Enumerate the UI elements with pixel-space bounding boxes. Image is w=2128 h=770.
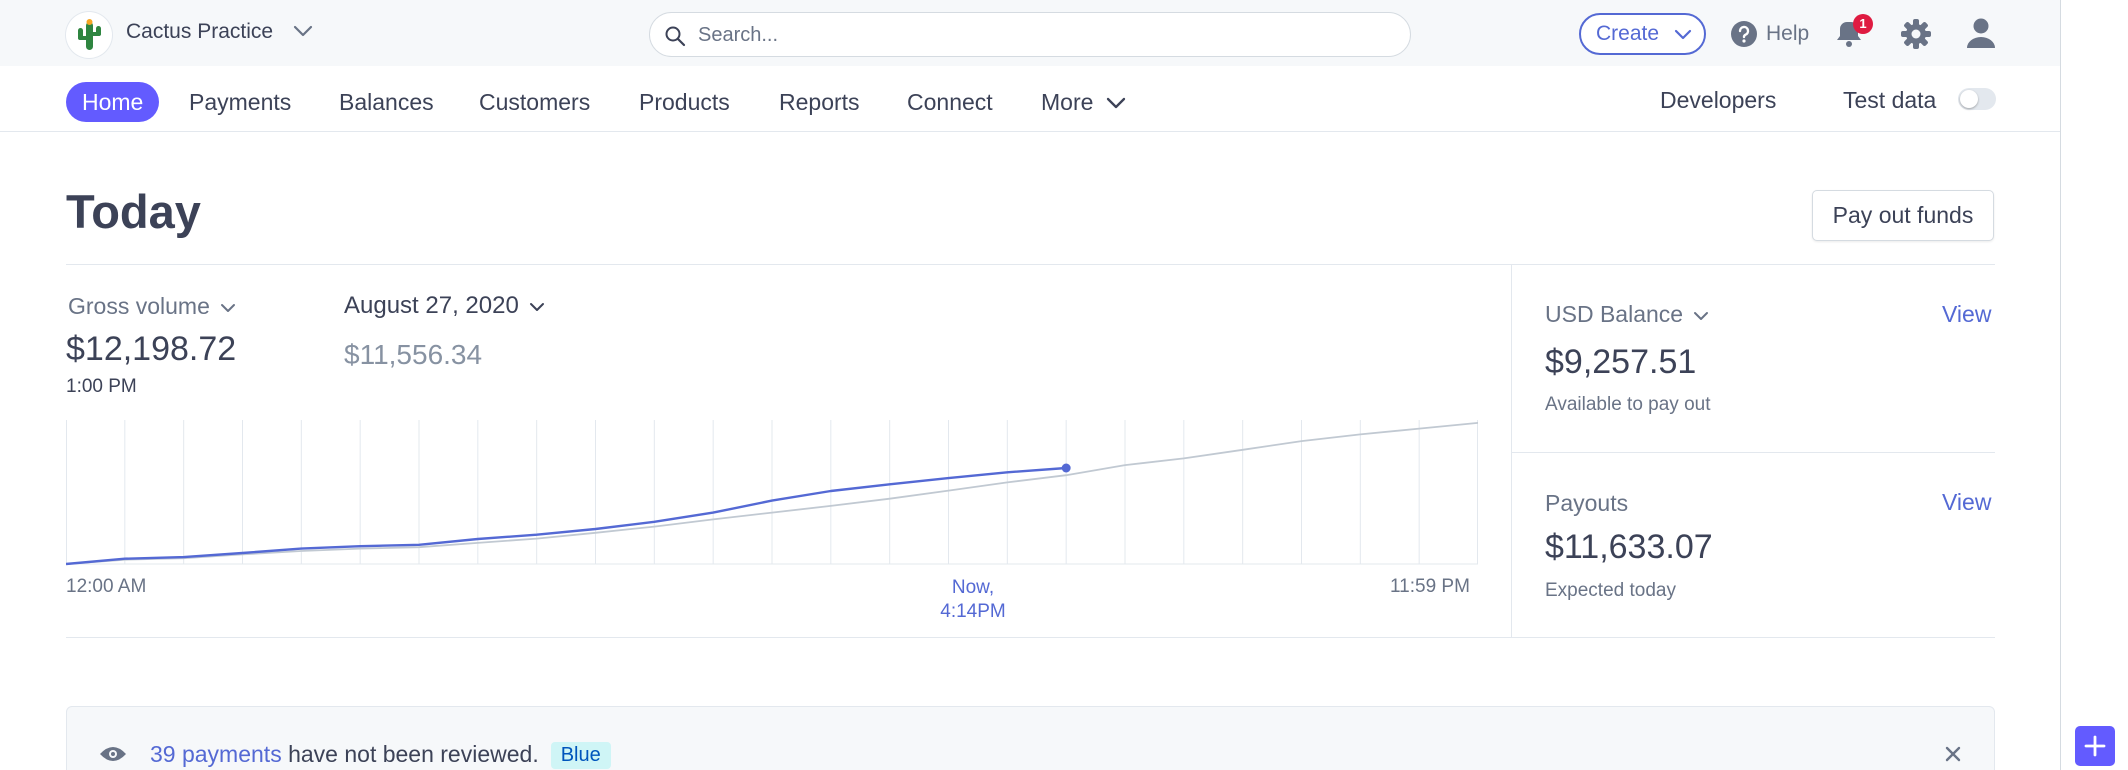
usd-balance-value: $9,257.51: [1545, 343, 1697, 381]
test-data-label: Test data: [1843, 87, 1937, 113]
search-input[interactable]: [698, 19, 1388, 51]
nav-payments[interactable]: Payments: [189, 82, 291, 122]
payouts-title: Payouts: [1545, 490, 1629, 516]
usd-balance-subtitle: Available to pay out: [1545, 394, 1711, 415]
chevron-down-icon: [1674, 29, 1692, 40]
scrollbar-track[interactable]: [2060, 0, 2061, 770]
divider: [1512, 452, 1995, 453]
chevron-down-icon: [529, 302, 544, 311]
nav-balances[interactable]: Balances: [339, 82, 434, 122]
nav-connect[interactable]: Connect: [907, 82, 993, 122]
usd-balance-selector[interactable]: USD Balance: [1545, 301, 1709, 328]
review-text: have not been reviewed.: [288, 741, 539, 767]
chevron-down-icon[interactable]: [292, 24, 314, 38]
today-series-line: [66, 466, 1067, 566]
chevron-down-icon: [1106, 98, 1125, 109]
search-bar[interactable]: [649, 12, 1411, 57]
main-nav: Home Payments Balances Customers Product…: [0, 66, 2060, 132]
unreviewed-payments-link[interactable]: 39 payments: [150, 741, 282, 767]
question-icon: [1731, 21, 1757, 47]
help-label: Help: [1766, 22, 1810, 45]
eye-icon: [100, 747, 126, 761]
create-label: Create: [1596, 22, 1660, 45]
account-name[interactable]: Cactus Practice: [126, 20, 273, 44]
nav-products[interactable]: Products: [639, 82, 730, 122]
payouts-subtitle: Expected today: [1545, 580, 1676, 601]
gross-volume-value: $12,198.72: [66, 330, 237, 368]
chevron-down-icon: [1694, 311, 1709, 320]
metric-selector[interactable]: Gross volume: [68, 293, 236, 320]
axis-now-text: Now,: [951, 577, 995, 598]
create-button[interactable]: Create: [1579, 13, 1706, 55]
divider: [66, 264, 1995, 265]
add-button[interactable]: [2075, 726, 2115, 766]
nav-more[interactable]: More: [1041, 82, 1126, 122]
nav-more-label: More: [1041, 89, 1094, 115]
search-icon: [665, 26, 686, 47]
nav-home[interactable]: Home: [66, 82, 160, 122]
axis-end-label: 11:59 PM: [1390, 576, 1470, 597]
toggle-knob: [1960, 90, 1978, 108]
usd-balance-title: USD Balance: [1545, 301, 1684, 327]
compare-value: $11,556.34: [344, 339, 483, 370]
user-icon[interactable]: [1966, 17, 1996, 49]
close-icon[interactable]: [1944, 745, 1962, 763]
gross-volume-chart: [66, 420, 1478, 566]
metric-label: Gross volume: [68, 293, 210, 319]
cactus-logo-icon[interactable]: [66, 12, 112, 58]
payouts-view-link[interactable]: View: [1942, 489, 1991, 516]
notification-badge: 1: [1853, 14, 1873, 34]
page-title: Today: [66, 185, 201, 238]
chevron-down-icon: [220, 303, 235, 312]
review-message: 39 payments have not been reviewed. Blue: [150, 741, 611, 769]
now-marker-point: [1061, 463, 1071, 473]
test-data-toggle[interactable]: [1958, 88, 1996, 110]
payouts-value: $11,633.07: [1545, 528, 1713, 566]
axis-now-time: 4:14PM: [940, 601, 1006, 622]
nav-customers[interactable]: Customers: [479, 82, 590, 122]
help-button[interactable]: Help: [1730, 19, 1809, 49]
divider: [66, 637, 1995, 638]
gross-volume-time: 1:00 PM: [66, 376, 137, 397]
compare-date-selector[interactable]: August 27, 2020: [344, 292, 545, 320]
axis-now-label: Now, 4:14PM: [930, 576, 1016, 624]
plus-icon: [2084, 735, 2106, 757]
gear-icon[interactable]: [1900, 18, 1932, 50]
top-bar: Cactus Practice Create Help 1: [0, 0, 2060, 66]
usd-balance-view-link[interactable]: View: [1942, 301, 1991, 328]
divider: [1511, 265, 1512, 637]
axis-start-label: 12:00 AM: [66, 576, 147, 597]
nav-developers[interactable]: Developers: [1660, 80, 1776, 120]
nav-reports[interactable]: Reports: [779, 82, 860, 122]
pay-out-funds-button[interactable]: Pay out funds: [1812, 190, 1994, 241]
compare-date-label: August 27, 2020: [344, 292, 519, 319]
review-badge: Blue: [550, 742, 611, 769]
